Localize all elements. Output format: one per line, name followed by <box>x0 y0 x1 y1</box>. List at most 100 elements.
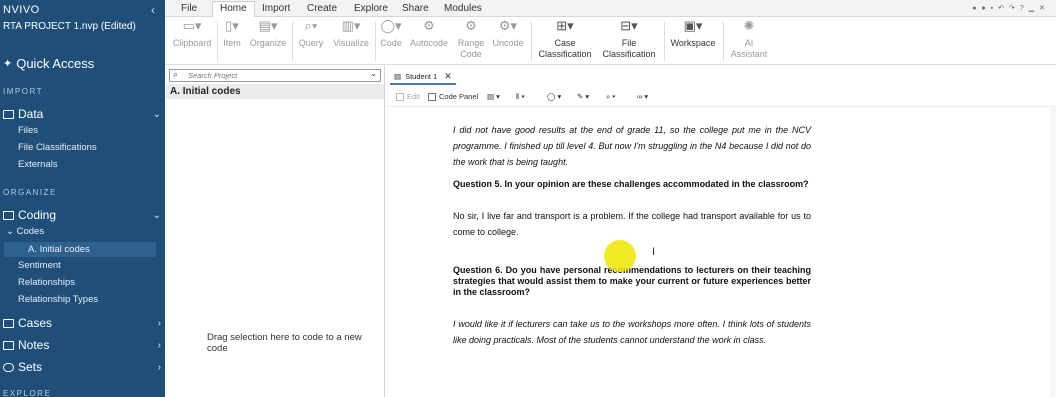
ribbon-separator <box>292 21 293 61</box>
sidebar-group-label: Sets <box>18 360 43 374</box>
chevron-right-icon: › <box>157 361 161 373</box>
workspace-button[interactable]: ▣▾ Workspace <box>667 19 719 49</box>
edit-toggle[interactable]: Edit <box>396 92 420 101</box>
search-input[interactable] <box>188 70 363 81</box>
paragraph-question-5[interactable]: Question 5. In your opinion are these ch… <box>453 179 811 190</box>
sidebar-group-data[interactable]: Data ⌄ <box>3 107 161 121</box>
chevron-down-icon[interactable]: ⌄ <box>370 69 377 78</box>
window-controls-icon[interactable]: ●●▪↶↷?▁✕ <box>972 4 1050 12</box>
chevron-down-icon: ⌄ <box>152 108 161 120</box>
ai-assistant-button[interactable]: ✺ AI Assistant <box>727 18 771 60</box>
autocode-label: Autocode <box>409 38 449 48</box>
code-icon: ◯▾ <box>380 18 402 33</box>
document-view: ▤ Student 1 ✕ Edit Code Panel ▤ ▾ ⫴ ▾ ◯ … <box>386 65 1056 397</box>
pin-icon: ✦ <box>3 58 13 70</box>
zoom-dropdown[interactable]: ⌕ ▾ <box>606 92 615 102</box>
tab-modules[interactable]: Modules <box>437 2 489 15</box>
close-icon[interactable]: ✕ <box>444 71 452 82</box>
organize-button[interactable]: ▤▾ Organize <box>249 19 287 49</box>
clipboard-icon: ▭▾ <box>182 18 202 33</box>
code-button[interactable]: ◯▾ Code <box>379 18 403 49</box>
ai-assistant-icon: ✺ <box>743 18 755 33</box>
query-button[interactable]: ⌕▾ Query <box>297 18 325 49</box>
range-code-label: Range Code <box>457 38 485 59</box>
panel-header: A. Initial codes <box>166 84 384 99</box>
zoom-icon: ⌕ ▾ <box>606 92 616 101</box>
clipboard-label: Clipboard <box>172 38 212 48</box>
edit-checkbox[interactable] <box>396 92 404 101</box>
search-project-box[interactable]: ⌕ ⌄ <box>169 69 381 82</box>
file-classification-button[interactable]: ⊟▾ File Classification <box>598 19 660 60</box>
link-dropdown[interactable]: ∞ ▾ <box>637 92 648 101</box>
sidebar-group-label: Cases <box>18 316 53 330</box>
autocode-button[interactable]: ⚙ Autocode <box>408 18 450 49</box>
query-label: Query <box>298 38 324 48</box>
sidebar-group-sets[interactable]: Sets › <box>3 360 161 374</box>
sidebar-item-externals[interactable]: Externals <box>18 159 58 170</box>
sidebar-item-initial-codes[interactable]: A. Initial codes <box>4 242 156 257</box>
organize-label: Organize <box>249 38 287 48</box>
uncode-button[interactable]: ⚙▾ Uncode <box>490 18 526 49</box>
autocode-icon: ⚙ <box>423 18 435 33</box>
document-icon: ▤ <box>394 72 402 81</box>
sidebar-item-relationships[interactable]: Relationships <box>18 277 75 288</box>
navigation-sidebar: NVIVO ‹ RTA PROJECT 1.nvp (Edited) ✦ Qui… <box>0 0 165 397</box>
document-tab[interactable]: ▤ Student 1 ✕ <box>390 70 456 85</box>
highlight-dropdown[interactable]: ◯ ▾ <box>547 92 561 101</box>
sidebar-item-files[interactable]: Files <box>18 125 38 136</box>
paragraph-question-6[interactable]: Question 6. Do you have personal recomme… <box>453 265 811 298</box>
quick-access-link[interactable]: ✦ Quick Access <box>3 56 94 71</box>
case-classification-button[interactable]: ⊞▾ Case Classification <box>534 18 596 60</box>
tab-import[interactable]: Import <box>255 2 297 15</box>
pen-dropdown[interactable]: ✎ ▾ <box>577 92 589 101</box>
chevron-down-icon: ⌄ <box>6 226 14 237</box>
chevron-left-icon[interactable]: ‹ <box>151 3 155 17</box>
sidebar-item-file-classifications[interactable]: File Classifications <box>18 142 97 153</box>
sidebar-item-codes[interactable]: ⌄ Codes <box>6 226 44 237</box>
sidebar-item-relationship-types[interactable]: Relationship Types <box>18 294 98 305</box>
sets-icon <box>3 362 14 372</box>
code-panel-toggle[interactable]: Code Panel <box>428 92 478 101</box>
code-panel-checkbox[interactable] <box>428 92 436 101</box>
tab-create[interactable]: Create <box>300 2 344 15</box>
chevron-down-icon: ⌄ <box>152 209 161 221</box>
paragraph-answer-6[interactable]: I would like it if lecturers can take us… <box>453 316 811 348</box>
chart-icon: ▥▾ <box>341 18 361 33</box>
sidebar-group-cases[interactable]: Cases › <box>3 316 161 330</box>
query-icon: ⌕▾ <box>304 18 318 33</box>
chevron-right-icon: › <box>157 339 161 351</box>
sidebar-group-label: Notes <box>18 338 50 352</box>
paragraph-answer-5[interactable]: No sir, I live far and transport is a pr… <box>453 208 811 240</box>
range-code-button[interactable]: ⚙ Range Code <box>454 18 488 60</box>
case-classification-icon: ⊞▾ <box>556 18 574 33</box>
data-icon <box>3 109 14 119</box>
tab-home[interactable]: Home <box>212 1 255 18</box>
sidebar-group-coding[interactable]: Coding ⌄ <box>3 208 161 222</box>
annotations-dropdown[interactable]: ▤ ▾ <box>487 92 500 101</box>
ribbon-home: ▭▾ Clipboard ▯▾ Item ▤▾ Organize ⌕▾ Quer… <box>165 17 1056 65</box>
visualize-button[interactable]: ▥▾ Visualize <box>331 18 371 49</box>
tab-explore[interactable]: Explore <box>347 2 395 15</box>
ribbon-tab-bar: File Home Import Create Explore Share Mo… <box>165 0 1056 18</box>
sidebar-group-notes[interactable]: Notes › <box>3 338 161 352</box>
vertical-scrollbar[interactable] <box>1050 107 1056 397</box>
visualize-label: Visualize <box>333 38 369 48</box>
clipboard-button[interactable]: ▭▾ Clipboard <box>172 18 212 49</box>
coding-icon <box>3 210 14 220</box>
paragraph-answer-4[interactable]: I did not have good results at the end o… <box>453 122 811 170</box>
item-label: Item <box>223 38 241 48</box>
sidebar-item-sentiment[interactable]: Sentiment <box>18 260 61 271</box>
item-button[interactable]: ▯▾ Item <box>221 19 243 49</box>
range-code-icon: ⚙ <box>465 18 477 33</box>
coding-stripes-dropdown[interactable]: ⫴ ▾ <box>516 92 525 102</box>
section-label-import: IMPORT <box>3 87 43 96</box>
drag-drop-hint[interactable]: Drag selection here to code to a new cod… <box>207 332 384 354</box>
code-detail-panel: ⌕ ⌄ A. Initial codes Drag selection here… <box>165 65 385 397</box>
code-label: Code <box>380 38 402 48</box>
tab-file[interactable]: File <box>174 2 204 15</box>
quick-access-label: Quick Access <box>16 56 95 71</box>
uncode-icon: ⚙▾ <box>498 18 518 33</box>
notes-icon <box>3 340 14 350</box>
section-label-organize: ORGANIZE <box>3 188 57 197</box>
tab-share[interactable]: Share <box>395 2 436 15</box>
